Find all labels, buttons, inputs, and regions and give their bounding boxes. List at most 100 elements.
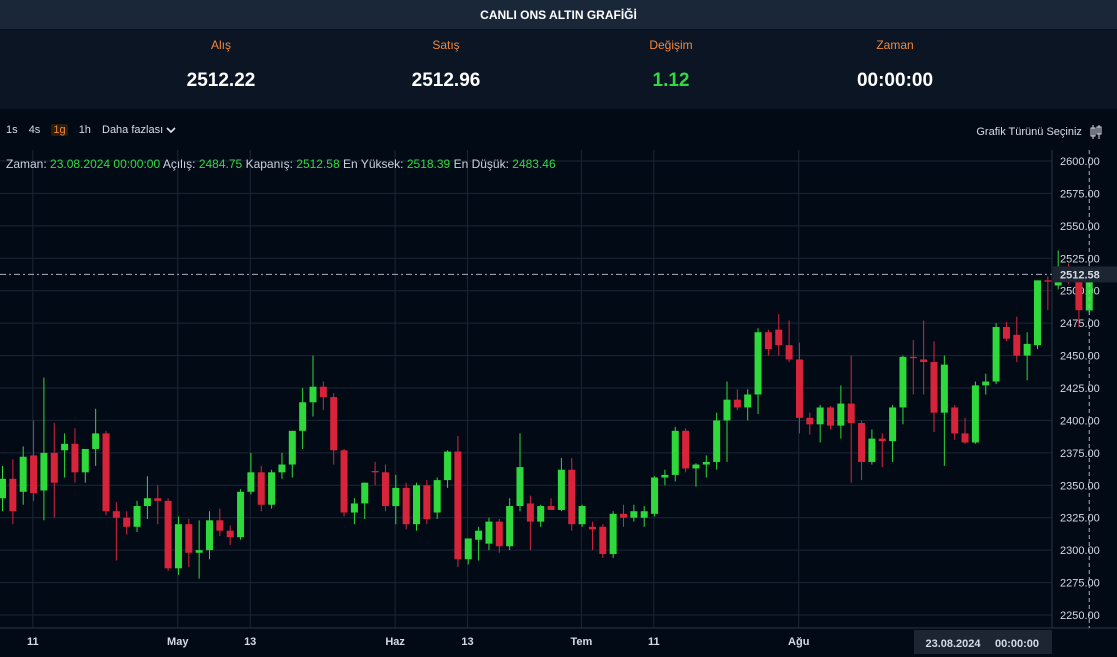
candle-down[interactable] [1044, 280, 1052, 282]
candle-up[interactable] [350, 503, 358, 513]
candle-down[interactable] [371, 471, 379, 473]
candle-down[interactable] [599, 526, 607, 555]
candle-down[interactable] [878, 438, 886, 442]
candle-down[interactable] [112, 511, 120, 518]
candle-down[interactable] [827, 407, 834, 426]
candle-up[interactable] [195, 550, 203, 553]
candle-down[interactable] [185, 524, 193, 553]
candle-up[interactable] [982, 381, 990, 386]
candlestick-chart[interactable]: 2250.00 2275.00 2300.00 2325.00 2350.00 2375.… [0, 0, 1117, 657]
candle-up[interactable] [247, 472, 255, 492]
candle-up[interactable] [413, 485, 420, 525]
candle-up[interactable] [630, 511, 638, 518]
candle-up[interactable] [971, 385, 979, 443]
candle-up[interactable] [744, 394, 752, 408]
candle-down[interactable] [920, 359, 928, 363]
candle-up[interactable] [268, 472, 276, 505]
candle-up[interactable] [992, 327, 1000, 382]
candle-up[interactable] [889, 407, 897, 442]
candle-up[interactable] [868, 438, 876, 462]
candle-down[interactable] [795, 359, 803, 418]
candle-down[interactable] [733, 399, 741, 408]
interval-1s[interactable]: 1s [6, 124, 18, 136]
candle-up[interactable] [309, 386, 317, 403]
candle-down[interactable] [568, 469, 576, 525]
interval-1g[interactable]: 1g [51, 124, 68, 136]
candle-up[interactable] [433, 480, 441, 513]
candle-down[interactable] [123, 517, 131, 527]
candle-down[interactable] [930, 362, 938, 413]
candle-down[interactable] [226, 530, 234, 538]
candle-up[interactable] [361, 482, 369, 504]
candle-down[interactable] [402, 487, 410, 525]
interval-4s[interactable]: 4s [29, 124, 41, 136]
candle-up[interactable] [1023, 343, 1031, 356]
candle-up[interactable] [837, 403, 845, 426]
candle-up[interactable] [723, 399, 731, 421]
candle-down[interactable] [588, 526, 596, 530]
candle-up[interactable] [661, 474, 669, 478]
candle-down[interactable] [319, 386, 327, 398]
candle-up[interactable] [516, 467, 524, 507]
candle-down[interactable] [1013, 334, 1021, 356]
candle-up[interactable] [640, 511, 648, 518]
candle-down[interactable] [423, 485, 431, 520]
candle-down[interactable] [102, 433, 110, 512]
candle-up[interactable] [206, 520, 213, 551]
candle-up[interactable] [133, 506, 141, 527]
candle-up[interactable] [754, 332, 762, 395]
candle-down[interactable] [454, 451, 462, 560]
more-intervals-button[interactable]: Daha fazlası [102, 124, 176, 136]
candle-up[interactable] [81, 448, 89, 473]
candle-down[interactable] [340, 450, 348, 513]
candle-up[interactable] [713, 420, 721, 462]
candle-down[interactable] [785, 345, 793, 360]
candle-up[interactable] [609, 513, 617, 555]
candle-up[interactable] [537, 506, 545, 522]
candle-down[interactable] [257, 472, 265, 505]
candle-up[interactable] [557, 469, 565, 510]
candle-up[interactable] [278, 464, 286, 473]
candle-up[interactable] [92, 433, 100, 449]
candle-up[interactable] [475, 530, 483, 540]
candle-down[interactable] [775, 329, 783, 346]
candle-down[interactable] [330, 397, 338, 451]
candle-down[interactable] [620, 513, 627, 518]
candle-up[interactable] [940, 364, 948, 413]
candle-down[interactable] [764, 332, 772, 350]
candle-up[interactable] [61, 443, 69, 451]
candle-down[interactable] [961, 433, 969, 443]
candle-down[interactable] [50, 452, 58, 483]
candle-down[interactable] [858, 423, 866, 462]
candle-up[interactable] [288, 430, 296, 465]
candle-down[interactable] [495, 521, 503, 547]
candle-up[interactable] [692, 464, 700, 469]
candle-down[interactable] [806, 417, 814, 425]
candle-down[interactable] [909, 356, 917, 359]
candle-down[interactable] [547, 506, 555, 510]
candle-up[interactable] [143, 498, 151, 507]
candle-up[interactable] [19, 456, 27, 492]
candle-up[interactable] [299, 402, 307, 431]
candle-down[interactable] [216, 520, 224, 531]
candle-up[interactable] [899, 356, 907, 408]
candle-down[interactable] [951, 407, 959, 434]
candle-down[interactable] [154, 498, 162, 501]
candle-up[interactable] [816, 407, 824, 425]
candle-up[interactable] [464, 538, 472, 560]
candle-up[interactable] [174, 524, 182, 569]
candle-up[interactable] [651, 477, 659, 514]
candle-up[interactable] [578, 506, 586, 525]
candle-up[interactable] [237, 491, 245, 538]
candle-down[interactable] [847, 403, 855, 424]
candle-down[interactable] [526, 503, 534, 522]
candle-up[interactable] [671, 430, 679, 475]
chart-type-selector[interactable]: Grafik Türünü Seçiniz [976, 124, 1103, 140]
candle-up[interactable] [1034, 280, 1041, 346]
candle-up[interactable] [485, 521, 493, 544]
candle-up[interactable] [40, 452, 48, 491]
candle-down[interactable] [71, 443, 79, 473]
candle-down[interactable] [9, 478, 17, 512]
candle-up[interactable] [0, 478, 6, 499]
candle-up[interactable] [506, 506, 514, 547]
